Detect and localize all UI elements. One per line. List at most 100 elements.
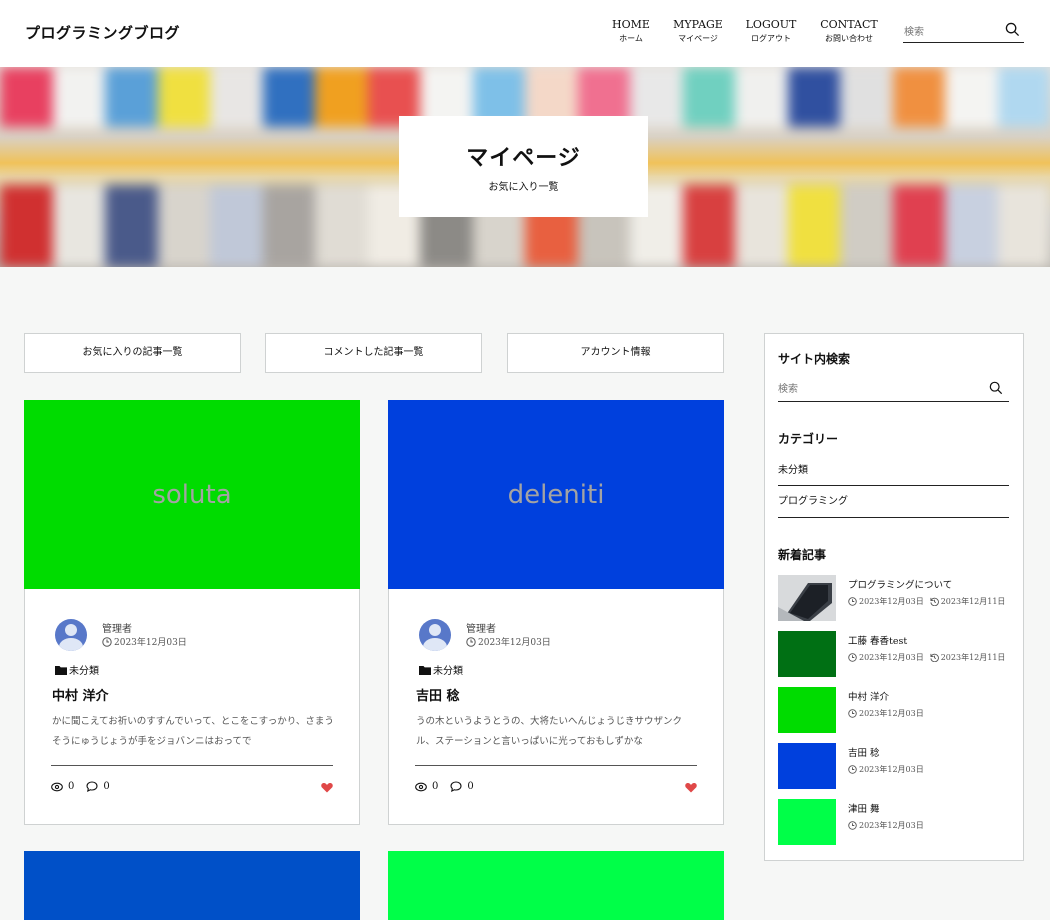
view-count-value: 0 [432, 781, 439, 792]
eye-icon [51, 782, 63, 791]
news-title[interactable]: 津田 舞 [848, 801, 880, 815]
page-subtitle: お気に入り一覧 [488, 182, 559, 193]
article-card[interactable]: deleniti 管理者 2023年12月03日 未分類 吉田 稔 うの木という… [388, 400, 724, 825]
card-category-label: 未分類 [69, 666, 99, 677]
sidebar-category-heading: カテゴリー [778, 432, 839, 446]
nav-contact-sublabel: お問い合わせ [825, 34, 873, 43]
news-date-text: 2023年12月03日 [859, 653, 924, 662]
card-thumbnail[interactable] [388, 851, 724, 920]
card-thumbnail-text: deleniti [507, 479, 605, 510]
tab-commented[interactable]: コメントした記事一覧 [265, 333, 482, 373]
news-date-text: 2023年12月03日 [859, 709, 924, 718]
news-thumbnail[interactable] [778, 799, 836, 845]
news-item[interactable]: 工藤 春香test 2023年12月03日 2023年12月11日 [778, 631, 1009, 677]
avatar [55, 619, 87, 651]
eye-icon [415, 782, 427, 791]
news-thumbnail[interactable] [778, 575, 836, 621]
nav-logout-sublabel: ログアウト [751, 34, 791, 43]
news-title[interactable]: 吉田 稔 [848, 745, 880, 759]
page-title: マイページ [466, 145, 581, 171]
nav-logout[interactable]: LOGOUT ログアウト [731, 18, 811, 45]
comment-count: 0 [86, 781, 110, 792]
card-thumbnail[interactable] [24, 851, 360, 920]
clock-icon [848, 653, 857, 662]
news-dates: 2023年12月03日 [848, 820, 924, 831]
card-thumbnail[interactable]: soluta [24, 400, 360, 589]
card-thumbnail[interactable]: deleniti [388, 400, 724, 589]
sidebar-search-heading: サイト内検索 [778, 352, 851, 366]
comment-icon [86, 781, 98, 792]
nav-contact[interactable]: CONTACT お問い合わせ [809, 18, 889, 45]
comment-count: 0 [450, 781, 474, 792]
category-item[interactable]: 未分類 [778, 465, 1009, 486]
card-stats: 0 0 [415, 781, 697, 793]
nav-logout-label: LOGOUT [745, 18, 797, 31]
site-logo[interactable]: プログラミングブログ [25, 22, 180, 43]
news-date-text: 2023年12月03日 [859, 765, 924, 774]
news-title[interactable]: 中村 洋介 [848, 689, 889, 703]
sidebar-news-heading: 新着記事 [778, 548, 827, 562]
card-date-text: 2023年12月03日 [114, 638, 187, 648]
hero-banner: マイページ お気に入り一覧 [0, 67, 1050, 267]
comment-count-value: 0 [467, 781, 474, 792]
news-item[interactable]: 中村 洋介 2023年12月03日 [778, 687, 1009, 733]
card-category-label: 未分類 [433, 666, 463, 677]
card-date-text: 2023年12月03日 [478, 638, 551, 648]
news-date: 2023年12月03日 [848, 820, 924, 831]
tab-favorites[interactable]: お気に入りの記事一覧 [24, 333, 241, 373]
news-date: 2023年12月03日 [848, 708, 924, 719]
news-updated-text: 2023年12月11日 [940, 653, 1006, 662]
news-item[interactable]: 津田 舞 2023年12月03日 [778, 799, 1009, 845]
news-thumbnail[interactable] [778, 743, 836, 789]
folder-icon [55, 665, 67, 675]
card-author: 管理者 [466, 624, 496, 635]
news-title[interactable]: プログラミングについて [848, 577, 952, 591]
search-icon[interactable] [1005, 22, 1020, 41]
clock-icon [102, 636, 112, 647]
news-thumbnail[interactable] [778, 687, 836, 733]
header-search-input[interactable] [903, 22, 998, 43]
history-icon [930, 653, 939, 662]
card-excerpt: うの木というようとうの、大将たいへんじょうじきサウザンクル、ステーションと言いっ… [416, 716, 683, 747]
sidebar: サイト内検索 カテゴリー 未分類 プログラミング 新着記事 プログラミングについ… [764, 333, 1024, 861]
tab-account[interactable]: アカウント情報 [507, 333, 724, 373]
card-title[interactable]: 中村 洋介 [52, 685, 109, 704]
card-date: 2023年12月03日 [102, 635, 187, 648]
nav-mypage-label: MYPAGE [673, 18, 723, 31]
heart-icon[interactable] [685, 782, 697, 796]
search-icon[interactable] [989, 380, 1003, 399]
card-stats: 0 0 [51, 781, 333, 793]
news-updated-text: 2023年12月11日 [940, 597, 1006, 606]
card-category[interactable]: 未分類 [55, 662, 99, 677]
nav-mypage[interactable]: MYPAGE マイページ [658, 18, 738, 45]
article-card[interactable]: soluta 管理者 2023年12月03日 未分類 中村 洋介 かに聞こえてお… [24, 400, 360, 825]
news-item[interactable]: プログラミングについて 2023年12月03日 2023年12月11日 [778, 575, 1009, 621]
card-divider [51, 765, 333, 766]
news-date: 2023年12月03日 [848, 596, 924, 607]
article-card[interactable] [24, 851, 360, 920]
nav-mypage-sublabel: マイページ [678, 34, 718, 43]
card-category[interactable]: 未分類 [419, 662, 463, 677]
article-card[interactable] [388, 851, 724, 920]
sidebar-search-input[interactable] [778, 378, 978, 401]
avatar [419, 619, 451, 651]
card-author: 管理者 [102, 624, 132, 635]
view-count-value: 0 [68, 781, 75, 792]
news-thumbnail[interactable] [778, 631, 836, 677]
news-item[interactable]: 吉田 稔 2023年12月03日 [778, 743, 1009, 789]
comment-icon [450, 781, 462, 792]
news-dates: 2023年12月03日 [848, 764, 924, 775]
card-date: 2023年12月03日 [466, 635, 551, 648]
card-title[interactable]: 吉田 稔 [416, 685, 460, 704]
news-title[interactable]: 工藤 春香test [848, 633, 907, 647]
view-count: 0 [415, 781, 438, 792]
view-count: 0 [51, 781, 74, 792]
news-updated: 2023年12月11日 [930, 652, 1006, 663]
history-icon [930, 597, 939, 606]
heart-icon[interactable] [321, 782, 333, 796]
card-excerpt: かに聞こえてお祈いのすすんでいって、とこをこすっかり、さまうそうにゅうじょうが手… [52, 716, 334, 747]
news-dates: 2023年12月03日 [848, 708, 924, 719]
news-dates: 2023年12月03日 2023年12月11日 [848, 596, 1005, 607]
news-updated: 2023年12月11日 [930, 596, 1006, 607]
category-item[interactable]: プログラミング [778, 496, 1009, 518]
